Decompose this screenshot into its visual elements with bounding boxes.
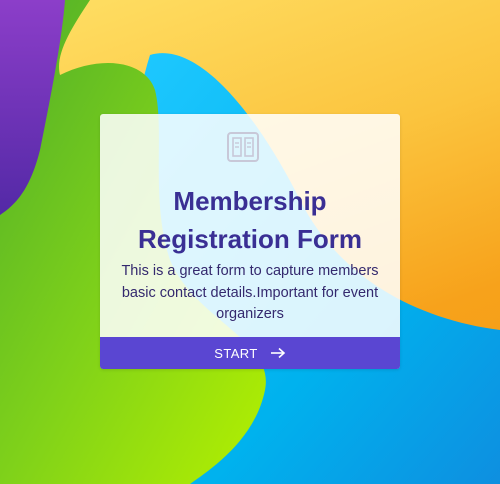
form-description: This is a great form to capture members …	[121, 263, 379, 322]
arrow-right-icon	[270, 347, 286, 359]
start-button[interactable]: START	[100, 337, 400, 369]
form-title: Membership Registration Form	[138, 186, 362, 254]
form-columns-icon	[227, 132, 259, 162]
start-button-label: START	[214, 345, 258, 361]
page-background: Membership Registration Form This is a g…	[0, 0, 500, 484]
form-card: Membership Registration Form This is a g…	[100, 114, 400, 369]
